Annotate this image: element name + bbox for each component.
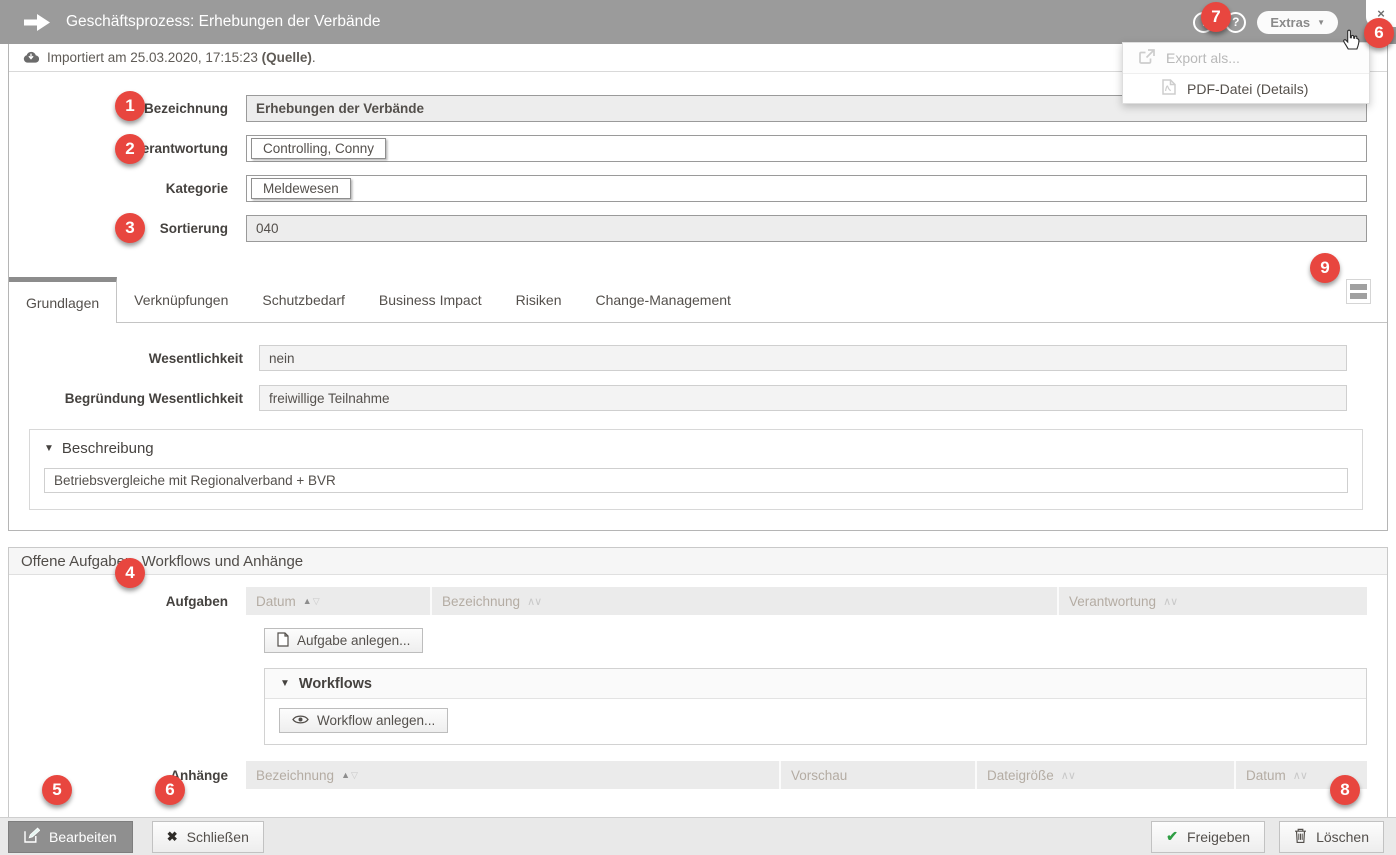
wesentlichkeit-value: nein: [269, 350, 295, 366]
sort-icon: ∧ ∨: [527, 595, 542, 608]
annotation-badge-2: 2: [115, 134, 145, 164]
begruendung-field: freiwillige Teilnahme: [259, 385, 1347, 411]
chevron-down-icon: ▼: [1317, 17, 1325, 27]
workflows-title: Workflows: [298, 675, 372, 692]
wesentlichkeit-label: Wesentlichkeit: [148, 350, 243, 366]
sort-icon: ∧ ∨: [1163, 595, 1178, 608]
annotation-badge-6-bottom: 6: [155, 775, 185, 805]
detail-panel: Importiert am 25.03.2020, 17:15:23 (Quel…: [8, 44, 1388, 531]
aufgaben-label: Aufgaben: [165, 593, 228, 609]
verantwortung-field: Controlling, Conny: [246, 135, 1367, 162]
wesentlichkeit-field: nein: [259, 345, 1347, 371]
checkmark-icon: ✔: [1166, 828, 1179, 844]
trash-icon: [1294, 828, 1307, 846]
sort-icon: ▲ ▽: [341, 769, 358, 780]
extras-button[interactable]: Extras ▼: [1257, 10, 1338, 34]
sort-icon: ▲ ▽: [302, 595, 320, 606]
menu-item-pdf-datei[interactable]: PDF-Datei (Details): [1123, 73, 1369, 103]
beschreibung-value: Betriebsvergleiche mit Regionalverband +…: [54, 473, 336, 488]
beschreibung-title: Beschreibung: [61, 440, 154, 457]
menu-item-label: Export als...: [1166, 50, 1240, 66]
export-icon: [1139, 48, 1155, 68]
eye-icon: [292, 713, 309, 728]
process-arrow-icon: [24, 13, 50, 31]
title-bar: Geschäftsprozess: Erhebungen der Verbänd…: [0, 0, 1396, 44]
begruendung-label: Begründung Wesentlichkeit: [64, 390, 243, 406]
row-begruendung: Begründung Wesentlichkeit freiwillige Te…: [9, 385, 1387, 411]
aufgaben-table-header: Datum ▲ ▽ Bezeichnung ∧ ∨ Verantwortung ∧ ∨: [246, 587, 1367, 615]
bezeichnung-value: Erhebungen der Verbände: [256, 101, 425, 116]
new-task-file-icon: [277, 631, 289, 650]
tab-change-management[interactable]: Change-Management: [579, 277, 748, 322]
form-row-kategorie: Kategorie Meldewesen: [9, 175, 1387, 202]
beschreibung-field: Betriebsvergleiche mit Regionalverband +…: [44, 468, 1348, 493]
annotation-badge-3: 3: [115, 213, 145, 243]
aufgabe-anlegen-button[interactable]: Aufgabe anlegen...: [264, 628, 424, 653]
sort-icon: ∧ ∨: [1060, 769, 1076, 782]
beschreibung-collapse-header[interactable]: ▼ Beschreibung: [44, 440, 1348, 457]
workflow-anlegen-button[interactable]: Workflow anlegen...: [279, 708, 449, 733]
annotation-badge-5: 5: [42, 775, 72, 805]
hand-cursor-icon: [1341, 27, 1362, 55]
import-cloud-icon: [23, 50, 40, 66]
import-text: Importiert am 25.03.2020, 17:15:23 (Quel…: [47, 50, 316, 65]
annotation-badge-1: 1: [115, 91, 145, 121]
kategorie-chip[interactable]: Meldewesen: [251, 178, 351, 199]
workflows-collapse-header[interactable]: ▼ Workflows: [265, 669, 1366, 699]
workflows-section: ▼ Workflows Workflow anlegen...: [264, 668, 1367, 745]
row-aufgaben: Aufgaben Datum ▲ ▽ Bezeichnung ∧ ∨ Verantw…: [9, 587, 1387, 615]
sort-icon: ∧ ∨: [1292, 769, 1308, 782]
pdf-file-icon: [1162, 79, 1176, 98]
row-wesentlichkeit: Wesentlichkeit nein: [9, 345, 1387, 371]
column-header-bezeichnung[interactable]: Bezeichnung ▲ ▽: [246, 761, 781, 789]
bearbeiten-button[interactable]: Bearbeiten: [8, 820, 133, 853]
sortierung-field: 040: [246, 215, 1367, 242]
tab-verknuepfungen[interactable]: Verknüpfungen: [117, 277, 245, 322]
page-title: Geschäftsprozess: Erhebungen der Verbänd…: [66, 13, 381, 30]
verantwortung-chip[interactable]: Controlling, Conny: [251, 138, 387, 159]
collapse-arrow-icon: ▼: [280, 678, 290, 689]
extras-button-label: Extras: [1270, 14, 1311, 30]
annotation-badge-8: 8: [1330, 775, 1360, 805]
extras-menu: Export als... PDF-Datei (Details): [1122, 42, 1370, 104]
tasks-panel-title: Offene Aufgaben, Workflows und Anhänge: [9, 548, 1387, 575]
kategorie-field: Meldewesen: [246, 175, 1367, 202]
collapse-arrow-icon: ▼: [44, 443, 54, 454]
edit-pencil-icon: [24, 827, 41, 846]
tab-bar: Grundlagen Verknüpfungen Schutzbedarf Bu…: [9, 277, 1387, 323]
tab-risiken[interactable]: Risiken: [499, 277, 579, 322]
row-anhaenge: Anhänge Bezeichnung ▲ ▽ Vorschau Dateigrö…: [9, 761, 1387, 789]
schliessen-button[interactable]: ✖ Schließen: [151, 820, 264, 853]
beschreibung-section: ▼ Beschreibung Betriebsvergleiche mit Re…: [29, 429, 1363, 510]
tab-schutzbedarf[interactable]: Schutzbedarf: [245, 277, 362, 322]
import-source: (Quelle): [261, 50, 312, 65]
form-row-sortierung: Sortierung 040: [9, 215, 1387, 242]
column-header-bezeichnung[interactable]: Bezeichnung ∧ ∨: [432, 587, 1059, 615]
annotation-badge-6-top: 6: [1364, 18, 1394, 48]
annotation-badge-9: 9: [1310, 253, 1340, 283]
menu-item-label: PDF-Datei (Details): [1187, 80, 1309, 97]
close-x-icon: ✖: [166, 828, 178, 844]
form-row-verantwortung: Verantwortung Controlling, Conny: [9, 135, 1387, 162]
menu-item-export-als: Export als...: [1123, 43, 1369, 73]
tab-business-impact[interactable]: Business Impact: [362, 277, 499, 322]
annotation-badge-4: 4: [115, 558, 145, 588]
sortierung-value: 040: [256, 221, 279, 236]
action-bar: Bearbeiten ✖ Schließen ✔ Freigeben Lösch…: [0, 817, 1396, 855]
tasks-panel: Offene Aufgaben, Workflows und Anhänge A…: [8, 547, 1388, 829]
tab-grundlagen[interactable]: Grundlagen: [9, 277, 118, 323]
column-header-dateigroesse[interactable]: Dateigröße ∧ ∨: [977, 761, 1236, 789]
freigeben-button[interactable]: ✔ Freigeben: [1151, 820, 1266, 853]
loeschen-button[interactable]: Löschen: [1279, 820, 1384, 853]
column-header-datum[interactable]: Datum ▲ ▽: [246, 587, 432, 615]
anhaenge-table-header: Bezeichnung ▲ ▽ Vorschau Dateigröße ∧ ∨ Da…: [246, 761, 1367, 789]
column-header-verantwortung[interactable]: Verantwortung ∧ ∨: [1059, 587, 1367, 615]
list-view-toggle-icon[interactable]: [1346, 279, 1371, 304]
begruendung-value: freiwillige Teilnahme: [269, 390, 390, 406]
annotation-badge-7: 7: [1201, 2, 1231, 32]
tab-content-grundlagen: Wesentlichkeit nein Begründung Wesentlic…: [9, 323, 1387, 530]
column-header-vorschau: Vorschau: [781, 761, 977, 789]
kategorie-label: Kategorie: [165, 181, 228, 196]
